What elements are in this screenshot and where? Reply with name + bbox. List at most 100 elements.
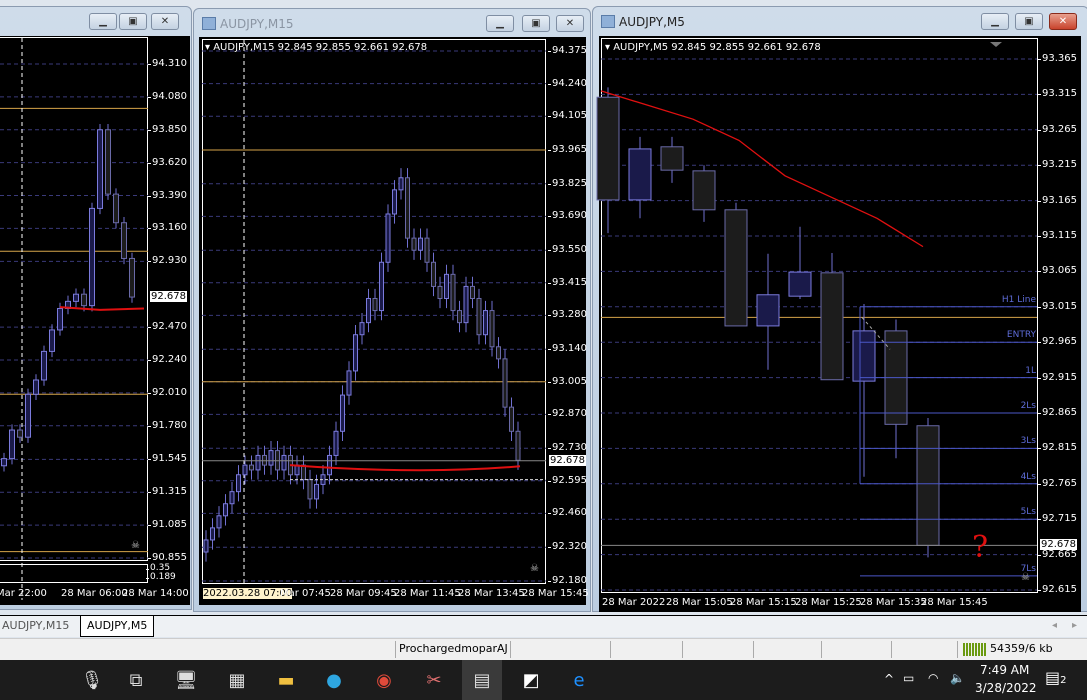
price-tick-label: 91.780 <box>148 419 187 431</box>
level-label-4ls: 4Ls <box>1020 471 1036 482</box>
price-tick-label: 93.265 <box>1038 123 1077 135</box>
price-tick-label: 92.765 <box>1038 477 1077 489</box>
time-tick-label: 28 Mar 06:00 <box>61 588 128 599</box>
tab-audjpy-m15[interactable]: AUDJPY,M15 <box>0 616 75 637</box>
scroll-right-icon[interactable]: ▸ <box>1072 620 1077 631</box>
price-tick-label: 92.240 <box>148 353 187 365</box>
window-title: AUDJPY,M5 <box>619 15 685 29</box>
level-label-2ls: 2Ls <box>1020 401 1036 411</box>
close-button[interactable]: ✕ <box>556 15 584 32</box>
divider <box>510 641 511 658</box>
maximize-button[interactable]: ▣ <box>119 13 147 30</box>
price-tick-label: 93.015 <box>1038 300 1077 312</box>
divider <box>891 641 892 658</box>
remote-desktop-icon[interactable]: 🖥 <box>170 666 202 694</box>
battery-icon[interactable]: ▭ <box>903 671 914 685</box>
taskbar: 🎙 ⧉ 🖥 ▦ ▬ ● ◉ ✂ ▤ ◩ e ^ ▭ ◠ 🔈 7:49 AM 3/… <box>0 660 1087 700</box>
price-tick-label: 94.240 <box>548 77 587 89</box>
current-price-label: 92.678 <box>1040 539 1077 551</box>
price-tick-label: 93.550 <box>548 244 587 256</box>
time-tick-label: 28 Mar 11:45 <box>394 588 461 599</box>
price-tick-label: 92.595 <box>548 474 587 486</box>
profile-name: ProchargedmoparAJ <box>399 642 508 655</box>
annotation-question-mark: ? <box>972 530 989 565</box>
price-tick-label: 93.215 <box>1038 159 1077 171</box>
price-tick-label: 92.965 <box>1038 336 1077 348</box>
chart-window-icon <box>601 15 615 28</box>
price-tick-label: 94.375 <box>548 45 587 56</box>
window-title: AUDJPY,M15 <box>220 17 294 31</box>
edge-icon[interactable]: e <box>563 666 595 694</box>
task-view-icon[interactable]: ⧉ <box>120 666 152 694</box>
ohlc-readout: AUDJPY,M15 92.845 92.855 92.661 92.678 <box>213 42 428 53</box>
price-tick-label: 92.815 <box>1038 442 1077 454</box>
scroll-left-icon[interactable]: ◂ <box>1052 620 1057 631</box>
volume-icon[interactable]: 🔈 <box>950 671 965 685</box>
price-tick-label: 94.080 <box>148 90 187 102</box>
time-tick-label: 28 Mar 15:05 <box>666 597 733 608</box>
snipping-tool-icon[interactable]: ✂ <box>418 666 450 694</box>
time-tick-label: 28 Mar 09:45 <box>330 588 397 599</box>
clock-date[interactable]: 3/28/2022 <box>975 681 1037 695</box>
notifications-icon[interactable]: ▤2 <box>1045 668 1067 687</box>
current-price-label: 92.678 <box>150 291 187 303</box>
price-tick-label: 92.320 <box>548 541 587 553</box>
divider <box>395 641 396 658</box>
sticky-app-icon[interactable]: ◩ <box>515 666 547 694</box>
indicator-tick-label: 0.189 <box>146 572 176 582</box>
chart-tabs: AUDJPY,M15 AUDJPY,M5 ◂ ▸ <box>0 615 1087 637</box>
time-tick-label: 28 Mar 15:45 <box>921 597 988 608</box>
price-tick-label: 93.165 <box>1038 194 1077 206</box>
close-button[interactable]: ✕ <box>1049 13 1077 30</box>
plot-area-1 <box>0 37 148 561</box>
price-tick-label: 90.855 <box>148 552 187 563</box>
metatrader-icon[interactable]: ▤ <box>462 660 502 700</box>
telegram-icon[interactable]: ● <box>318 666 350 694</box>
show-hidden-icons[interactable]: ^ <box>884 672 894 686</box>
price-tick-label: 93.115 <box>1038 230 1077 241</box>
price-tick-label: 92.615 <box>1038 584 1077 595</box>
minimize-button[interactable]: ▁ <box>486 15 514 32</box>
close-button[interactable]: ✕ <box>151 13 179 30</box>
price-tick-label: 93.160 <box>148 222 187 234</box>
price-tick-label: 92.715 <box>1038 513 1077 525</box>
level-label-entry: ENTRY <box>1006 330 1036 341</box>
price-tick-label: 93.315 <box>1038 88 1077 100</box>
price-tick-label: 93.065 <box>1038 265 1077 277</box>
time-tick-label: Mar 22:00 <box>0 588 47 599</box>
file-explorer-icon[interactable]: ▬ <box>270 666 302 694</box>
calculator-icon[interactable]: ▦ <box>221 666 253 694</box>
maximize-button[interactable]: ▣ <box>522 15 550 32</box>
price-tick-label: 93.415 <box>548 276 587 288</box>
price-tick-label: 93.690 <box>548 210 587 222</box>
level-label-h1-line: H1 Line <box>1001 294 1036 305</box>
ohlc-readout: AUDJPY,M5 92.845 92.855 92.661 92.678 <box>613 42 821 53</box>
time-tick-label: 28 Mar 14:00 <box>122 588 189 599</box>
price-tick-label: 92.460 <box>548 507 587 519</box>
tab-audjpy-m5[interactable]: AUDJPY,M5 <box>80 616 155 637</box>
microphone-icon[interactable]: 🎙 <box>76 666 108 694</box>
time-tick-label: 28 Mar 15:35 <box>860 597 927 608</box>
price-tick-label: 91.085 <box>148 519 187 531</box>
wifi-icon[interactable]: ◠ <box>928 671 938 685</box>
minimize-button[interactable]: ▁ <box>981 13 1009 30</box>
price-tick-label: 93.620 <box>148 156 187 168</box>
price-tick-label: 92.470 <box>148 321 187 333</box>
price-tick-label: 92.930 <box>148 255 187 267</box>
price-tick-label: 92.870 <box>548 408 587 420</box>
time-tick-label: Mar 07:45 <box>280 588 331 599</box>
clock-time[interactable]: 7:49 AM <box>980 663 1029 677</box>
level-label-1l: 1L <box>1025 365 1036 376</box>
current-price-label: 92.678 <box>549 454 586 466</box>
plot-area-m15 <box>202 39 546 584</box>
chrome-icon[interactable]: ◉ <box>368 666 400 694</box>
time-tick-label: 28 Mar 15:25 <box>795 597 862 608</box>
price-tick-label: 92.730 <box>548 442 587 454</box>
maximize-button[interactable]: ▣ <box>1015 13 1043 30</box>
time-tick-label: 28 Mar 2022 <box>602 597 666 608</box>
indicator-subwindow <box>0 564 148 583</box>
minimize-button[interactable]: ▁ <box>89 13 117 30</box>
price-tick-label: 93.850 <box>148 123 187 135</box>
price-tick-label: 94.105 <box>548 110 587 122</box>
skull-icon: ☠ <box>131 540 140 551</box>
